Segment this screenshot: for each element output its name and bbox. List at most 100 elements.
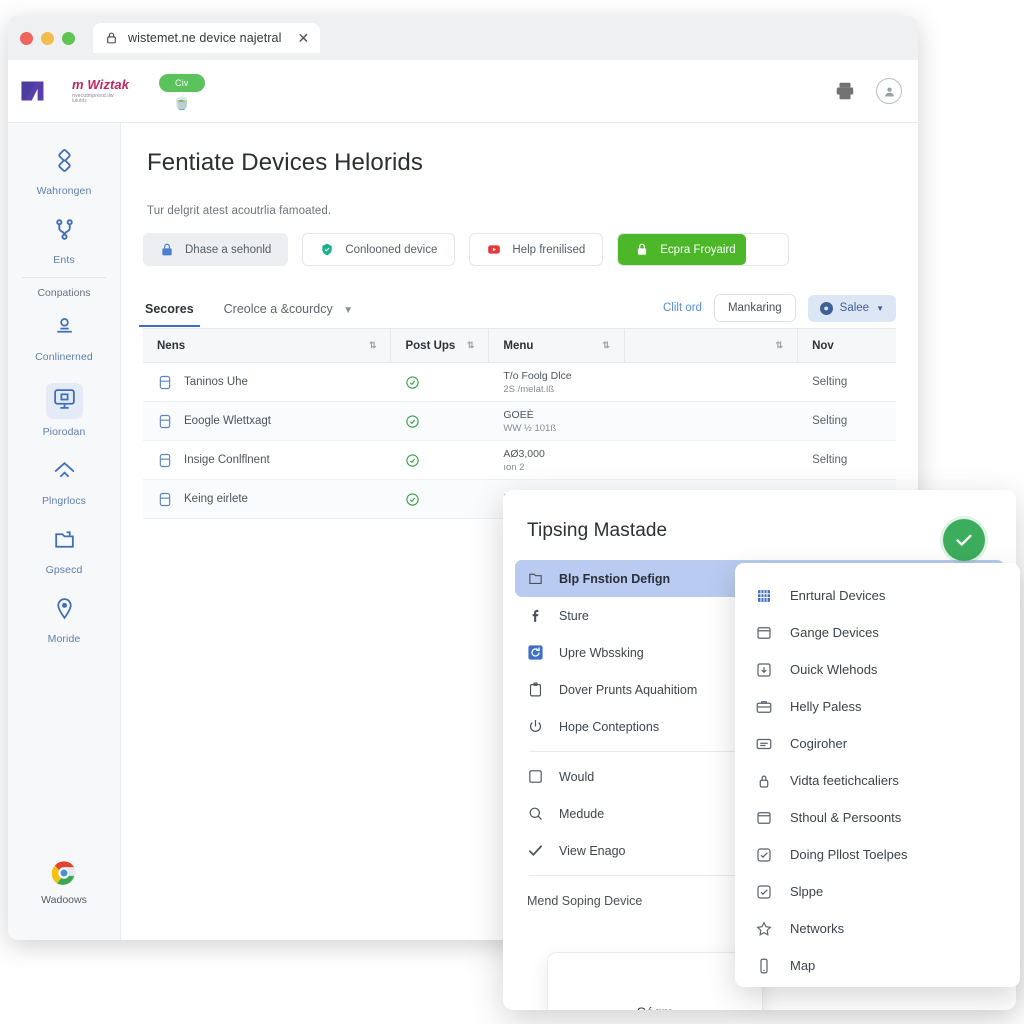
check-circle-icon [406,453,420,467]
salee-dropdown-button[interactable]: ● Salee ▼ [807,294,896,322]
sort-icon[interactable]: ⇅ [602,340,610,351]
mankaring-button[interactable]: Mankaring [713,294,796,322]
column-header-post-ups[interactable]: Post Ups ⇅ [391,329,490,362]
column-header-blank[interactable]: ⇅ [625,329,799,362]
sidebar-item-conlinerned[interactable]: Conlinerned [8,303,120,372]
sort-icon[interactable]: ⇅ [369,340,377,351]
row-name: Taninos Uhe [184,376,248,388]
clilt-ord-link[interactable]: Clilt ord [663,302,702,314]
table-row[interactable]: Eoogle Wlettxagt GOEÈ WW ½ 101ß Selting [143,402,896,441]
flyout-item-gange-devices[interactable]: Gange Devices [735,614,1020,651]
contact-icon [52,314,77,344]
sidebar-item-moride[interactable]: Moride [8,585,120,654]
column-header-menu[interactable]: Menu ⇅ [489,329,625,362]
flyout-item-map[interactable]: Map [735,947,1020,984]
tab-creolce-courdcy[interactable]: Creolce a &courdcy ▼ [222,296,355,326]
flyout-item-doing-pllost-toelpes[interactable]: Doing Pllost Toelpes [735,836,1020,873]
tabs-row: Secores Creolce a &courdcy ▼ Clilt ord M… [139,294,896,329]
maximize-window-button[interactable] [62,31,75,45]
cell-nov[interactable]: Selting [798,376,896,388]
column-header-nov[interactable]: Nov [798,329,896,362]
check-circle-icon [406,375,420,389]
header-pill-badge[interactable]: Civ [159,73,205,92]
flyout-item-slppe[interactable]: Slppe [735,873,1020,910]
flyout-item-label: Cogiroher [790,736,848,751]
browser-tab[interactable]: wistemet.ne device najetral ✕ [93,23,321,53]
menu-line-1: GOEÈ [503,408,534,421]
sort-icon[interactable]: ⇅ [467,340,475,351]
table-header-row: Nens ⇅ Post Ups ⇅ Menu ⇅ ⇅ Nov [143,329,896,363]
close-icon[interactable]: ✕ [291,31,309,45]
flyout-item-enrtural-devices[interactable]: Enrtural Devices [735,577,1020,614]
flyout-item-label: Ouick Wlehods [790,662,878,677]
sidebar-item-wahrongen[interactable]: Wahrongen [8,137,120,206]
brand-logo[interactable]: m Wiztak nvecutmpresd.ilw lututds [20,77,129,105]
lines-box-icon [756,738,772,749]
lock-icon [107,32,116,44]
briefcase-icon [756,700,772,713]
sidebar-item-label: Conlinerned [35,351,93,363]
device-icon [159,492,171,506]
chevron-down-icon: ▼ [343,305,354,316]
flyout-item-helly-paless[interactable]: Helly Paless [735,688,1020,725]
modal-item-label: View Enago [559,843,626,858]
row-name: Eoogle Wlettxagt [184,415,271,427]
sidebar-item-piorodan[interactable]: Piorodan [8,372,120,447]
sidebar-bottom[interactable]: Wadoows [8,859,120,940]
tab-secores[interactable]: Secores [139,296,200,327]
sidebar-item-plngrlocs[interactable]: Plngrlocs [8,447,120,516]
lock-blue-icon [162,243,172,256]
location-pin-icon [52,596,77,626]
tabs-right-controls: Clilt ord Mankaring ● Salee ▼ [663,294,896,328]
minimize-window-button[interactable] [41,31,54,45]
cell-nov[interactable]: Selting [798,454,896,466]
table-row[interactable]: Insige Conlflnent AØ3,000 ıon 2 Selting [143,441,896,480]
menu-line-2: ıon 2 [503,461,525,473]
conlooned-device-button[interactable]: Conlooned device [302,233,456,266]
flyout-item-networks[interactable]: Networks [735,910,1020,947]
flyout-item-vidta-feetichcaliers[interactable]: Vidta feetichcaliers [735,762,1020,799]
flyout-item-label: Helly Paless [790,699,862,714]
juice-box-icon: 🍵 [172,93,192,111]
dhase-a-sehonld-button[interactable]: Dhase a sehonld [143,233,289,266]
building-grid-icon [758,589,770,602]
flyout-item-cogiroher[interactable]: Cogiroher [735,725,1020,762]
sort-icon[interactable]: ⇅ [776,340,784,351]
browser-chrome-bar: wistemet.ne device najetral ✕ [8,16,918,60]
window-controls [20,31,75,45]
sidebar-item-label: Gpsecd [45,564,83,576]
checkbox-checked-icon [757,847,771,862]
salee-label: Salee [839,302,870,314]
account-avatar-icon[interactable] [876,78,902,104]
window-icon [757,626,771,639]
action-label: Ecpra Froyaird [660,243,736,256]
sagm-card[interactable]: Ságm [547,952,763,1010]
help-frenilised-button[interactable]: Help frenilised [469,233,604,266]
cell-status [391,453,489,468]
folder-icon [52,527,77,557]
modal-item-label: Medude [559,806,605,821]
monitor-icon [45,383,83,419]
flyout-item-sthoul-persoonts[interactable]: Sthoul & Persoonts [735,799,1020,836]
column-header-nens[interactable]: Nens ⇅ [143,329,392,362]
close-window-button[interactable] [20,31,33,45]
check-circle-icon [406,414,420,428]
printer-icon[interactable] [834,80,856,102]
sidebar-item-label: Moride [47,633,81,645]
cell-nov[interactable]: Selting [798,415,896,427]
table-row[interactable]: Taninos Uhe T/o Foolg Dlce 2S /melat.lß … [143,363,896,402]
action-label: Dhase a sehonld [185,243,272,256]
sidebar-item-gpsecd[interactable]: Gpsecd [8,516,120,585]
brand-subtitle-2: lututds [72,97,87,104]
menu-line-1: AØ3,000 [503,447,545,460]
modal-item-label: Upre Wbssking [559,645,644,660]
action-label: Conlooned device [345,243,438,256]
modal-item-label: Hope Conteptions [559,719,660,734]
flyout-item-ouick-wlehods[interactable]: Ouick Wlehods [735,651,1020,688]
diamond-nodes-icon [52,148,77,178]
sidebar-item-ents[interactable]: Ents [8,206,120,275]
cell-menu: GOEÈ WW ½ 101ß [489,409,625,434]
flyout-item-label: Enrtural Devices [790,588,886,603]
download-box-icon [757,662,771,677]
ecpra-froyaird-button[interactable]: Ecpra Froyaird [618,234,747,265]
